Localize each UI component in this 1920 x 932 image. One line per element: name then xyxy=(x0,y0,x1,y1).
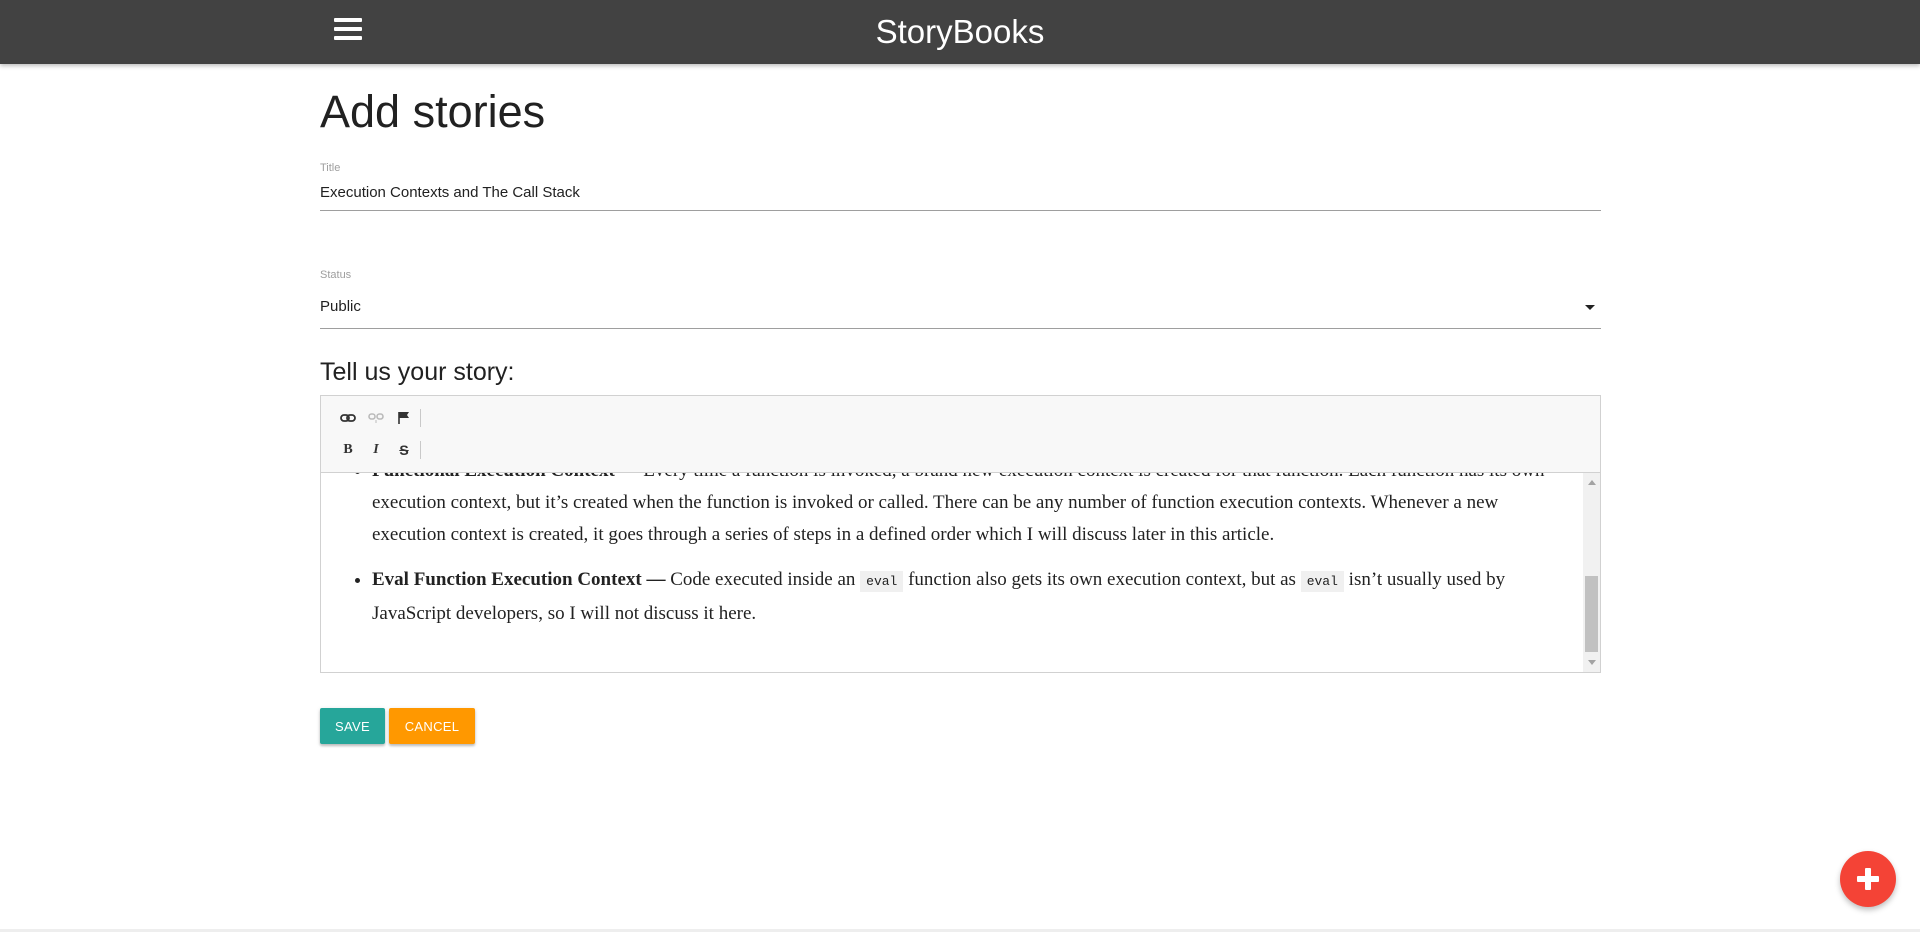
hamburger-icon[interactable] xyxy=(334,18,362,44)
list-item-text: Code executed inside an xyxy=(665,569,861,590)
brand-logo: StoryBooks xyxy=(0,0,1920,64)
save-button[interactable]: Save xyxy=(320,708,385,744)
editor-scrollbar[interactable] xyxy=(1583,473,1600,672)
link-icon[interactable] xyxy=(334,407,362,429)
scrollbar-thumb[interactable] xyxy=(1585,576,1598,652)
editor-toolbar: B I S xyxy=(321,396,1600,473)
status-selected-value: Public xyxy=(320,298,361,315)
toolbar-separator xyxy=(420,441,421,459)
title-label: Title xyxy=(320,162,341,174)
story-editor: B I S Functional Execution Context — Eve… xyxy=(320,395,1601,673)
content-list: Functional Execution Context — Every tim… xyxy=(321,473,1583,630)
page-title: Add stories xyxy=(320,86,546,137)
toolbar-row-links xyxy=(334,408,421,428)
brand-link[interactable]: StoryBooks xyxy=(876,13,1045,50)
status-select[interactable]: Public xyxy=(320,293,1601,329)
scroll-up-icon[interactable] xyxy=(1588,480,1596,485)
status-field: Status Public xyxy=(320,269,1601,329)
list-item-text: — Every time a function is invoked, a br… xyxy=(372,473,1544,545)
navbar: StoryBooks xyxy=(0,0,1920,64)
list-item-text: function also gets its own execution con… xyxy=(903,569,1301,590)
anchor-flag-icon[interactable] xyxy=(390,407,418,429)
list-item: Functional Execution Context — Every tim… xyxy=(372,473,1559,551)
editor-content-body: Functional Execution Context — Every tim… xyxy=(321,473,1583,643)
inline-code: eval xyxy=(860,571,904,592)
title-field: Title Execution Contexts and The Call St… xyxy=(320,162,1601,211)
toolbar-separator xyxy=(420,409,421,427)
toolbar-row-format: B I S xyxy=(334,440,421,460)
list-item-heading: Eval Function Execution Context — xyxy=(372,569,666,590)
caret-down-icon[interactable] xyxy=(1585,305,1595,310)
editor-content[interactable]: Functional Execution Context — Every tim… xyxy=(321,473,1600,672)
plus-icon xyxy=(1857,868,1879,890)
list-item-heading: Functional Execution Context xyxy=(372,473,615,481)
scroll-down-icon[interactable] xyxy=(1588,660,1596,665)
title-input[interactable]: Execution Contexts and The Call Stack xyxy=(320,184,1601,211)
strikethrough-button[interactable]: S xyxy=(390,439,418,461)
list-item: Eval Function Execution Context — Code e… xyxy=(372,564,1559,630)
add-story-fab[interactable] xyxy=(1840,851,1896,907)
italic-button[interactable]: I xyxy=(362,439,390,461)
cancel-button[interactable]: Cancel xyxy=(389,708,475,744)
inline-code: eval xyxy=(1300,571,1344,592)
story-label: Tell us your story: xyxy=(320,358,515,386)
status-label: Status xyxy=(320,269,352,281)
unlink-icon[interactable] xyxy=(362,407,390,429)
bold-button[interactable]: B xyxy=(334,439,362,461)
